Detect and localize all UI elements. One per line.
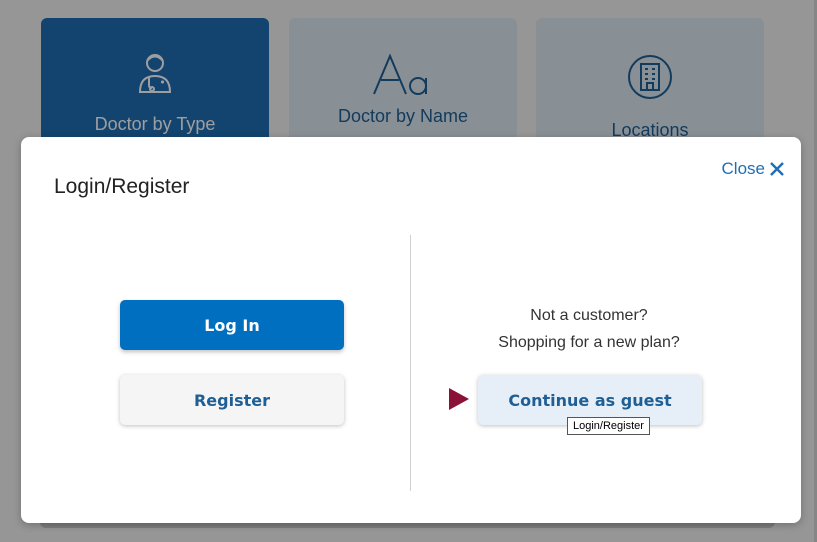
- modal-title: Login/Register: [54, 175, 190, 198]
- tooltip: Login/Register: [567, 417, 650, 435]
- pointer-arrow-icon: [449, 388, 469, 410]
- close-icon: [770, 162, 784, 176]
- promo-line-2: Shopping for a new plan?: [498, 334, 680, 351]
- guest-prompt: Not a customer? Shopping for a new plan?: [441, 302, 737, 356]
- login-button[interactable]: Log In: [120, 300, 344, 350]
- close-button[interactable]: Close: [722, 159, 785, 179]
- promo-line-1: Not a customer?: [530, 307, 648, 324]
- login-register-modal: Login/Register Close Log In Register Not…: [21, 137, 801, 523]
- close-label: Close: [721, 159, 765, 178]
- register-button[interactable]: Register: [120, 375, 344, 425]
- vertical-divider: [410, 235, 411, 491]
